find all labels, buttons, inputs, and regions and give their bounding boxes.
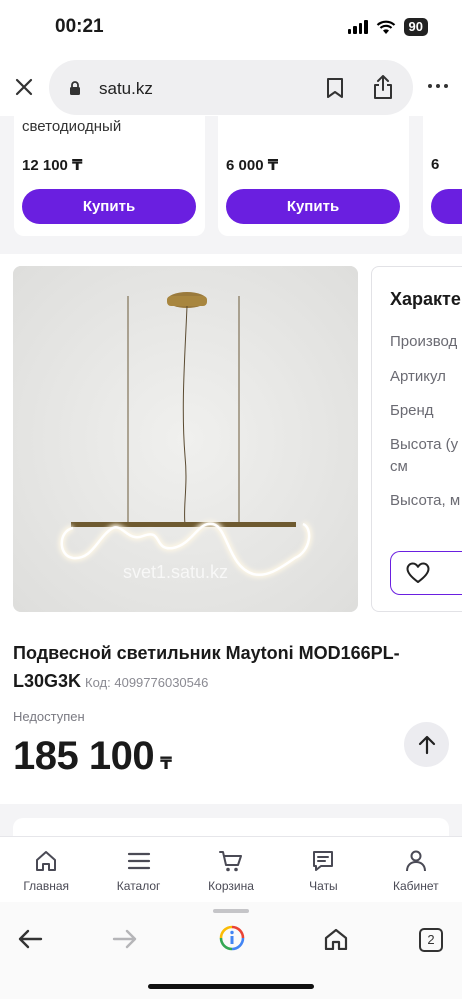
product-card-price: 12 100 ₸	[22, 157, 83, 174]
product-image[interactable]: svet1.satu.kz	[13, 266, 358, 612]
currency-symbol: ₸	[160, 754, 172, 773]
spec-label: Высота, м	[390, 492, 461, 509]
product-card[interactable]: 6	[423, 116, 462, 236]
more-options-icon[interactable]	[428, 84, 448, 88]
home-indicator	[148, 984, 314, 989]
wifi-icon	[376, 20, 395, 34]
forward-arrow-icon[interactable]	[112, 928, 138, 950]
product-card-name: светодиодный	[22, 118, 122, 135]
nav-item-account[interactable]: Кабинет	[370, 837, 462, 902]
product-card[interactable]: светодиодный 12 100 ₸ Купить	[14, 116, 205, 236]
product-card[interactable]: 6 000 ₸ Купить	[218, 116, 409, 236]
scroll-to-top-button[interactable]	[404, 722, 449, 767]
related-products-strip: светодиодный 12 100 ₸ Купить 6 000 ₸ Куп…	[0, 116, 462, 254]
status-time: 00:21	[55, 16, 104, 37]
product-price: 185 100	[13, 734, 155, 778]
lock-icon	[70, 81, 80, 95]
status-bar: 00:21 90	[0, 0, 462, 56]
image-watermark: svet1.satu.kz	[123, 562, 229, 582]
buy-button[interactable]: Купить	[226, 189, 400, 224]
product-title-block: Подвесной светильник Maytoni MOD166PL-L3…	[13, 639, 453, 697]
pendant-lamp-illustration	[13, 266, 358, 612]
browser-address-row: satu.kz	[0, 58, 462, 116]
spec-label: Артикул	[390, 368, 446, 385]
specifications-panel[interactable]: Характе Производ Артикул Бренд Высота (у…	[371, 266, 462, 612]
nav-item-label: Главная	[23, 879, 70, 893]
browser-toolbar: 2	[0, 902, 462, 999]
nav-item-home[interactable]: Главная	[0, 837, 92, 902]
url-text: satu.kz	[99, 79, 153, 98]
product-code: Код: 4099776030546	[85, 675, 209, 690]
address-bar[interactable]: satu.kz	[49, 60, 413, 115]
home-icon	[36, 851, 57, 871]
favorite-button[interactable]	[390, 551, 462, 595]
product-card-price: 6	[431, 156, 440, 173]
spec-label: Производ	[390, 333, 458, 350]
heart-icon	[406, 562, 430, 583]
arrow-up-icon	[418, 735, 435, 754]
cart-icon	[219, 851, 243, 872]
spec-label: Высота (у	[390, 436, 459, 453]
spec-label: Бренд	[390, 402, 434, 419]
product-price-block: 185 100 ₸	[13, 734, 172, 779]
google-lens-icon[interactable]	[219, 925, 245, 951]
nav-item-label: Чаты	[309, 879, 338, 893]
availability-status: Недоступен	[13, 709, 85, 724]
buy-button[interactable]	[431, 189, 462, 224]
nav-item-cart[interactable]: Корзина	[185, 837, 277, 902]
chat-icon	[313, 851, 334, 871]
menu-icon	[127, 852, 150, 870]
nav-item-label: Каталог	[116, 879, 161, 893]
product-card-price: 6 000 ₸	[226, 157, 279, 174]
signal-icon	[347, 20, 368, 34]
nav-item-chats[interactable]: Чаты	[277, 837, 369, 902]
share-icon[interactable]	[372, 74, 394, 100]
battery-indicator: 90	[403, 18, 428, 36]
nav-item-label: Корзина	[208, 879, 254, 893]
drag-handle[interactable]	[213, 909, 249, 913]
spec-label: см	[390, 458, 408, 475]
buy-button[interactable]: Купить	[22, 189, 196, 224]
user-icon	[405, 850, 426, 872]
bottom-navigation: Главная Каталог Корзина Чаты Кабинет	[0, 836, 462, 902]
specs-heading: Характе	[390, 289, 461, 309]
back-arrow-icon[interactable]	[17, 928, 43, 950]
bookmark-icon[interactable]	[326, 77, 344, 99]
nav-item-label: Кабинет	[393, 879, 439, 893]
tabs-count-button[interactable]: 2	[419, 928, 443, 952]
nav-item-catalog[interactable]: Каталог	[92, 837, 184, 902]
home-icon[interactable]	[324, 928, 348, 950]
close-icon[interactable]	[14, 77, 34, 97]
